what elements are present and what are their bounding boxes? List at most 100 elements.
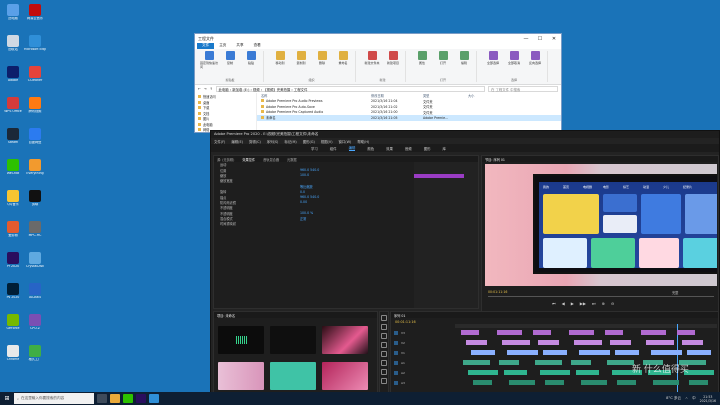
video-clip[interactable]	[651, 350, 682, 355]
ribbon-button[interactable]: 重命名	[334, 51, 352, 65]
video-clip[interactable]	[579, 350, 610, 355]
project-tab[interactable]: 项目: 未命名	[217, 313, 235, 318]
maximize-button[interactable]: ☐	[533, 36, 547, 42]
workspace-tab[interactable]: 库	[442, 146, 445, 151]
audio-clip[interactable]	[653, 380, 679, 385]
video-clip[interactable]	[507, 350, 538, 355]
program-tab[interactable]: 节目: 序列 01	[485, 157, 505, 162]
media-thumbnail[interactable]	[218, 326, 264, 354]
video-clip[interactable]	[461, 330, 479, 335]
forward-arrow-icon[interactable]: →	[204, 87, 207, 91]
desktop-icon[interactable]: CPU-Z	[25, 314, 45, 338]
input-method-icon[interactable]: 中	[692, 396, 696, 401]
video-clip[interactable]	[574, 340, 602, 345]
audio-clip[interactable]	[540, 370, 570, 375]
file-explorer-taskbar-icon[interactable]	[110, 394, 120, 403]
desktop-icon[interactable]: 此电脑	[3, 4, 23, 28]
premiere-taskbar-icon[interactable]	[136, 394, 146, 403]
column-size[interactable]: 大小	[468, 93, 496, 98]
play-icon[interactable]: ▶	[571, 301, 574, 306]
desktop-icon[interactable]: 格式工厂	[25, 345, 45, 369]
track-select-tool-icon[interactable]	[381, 324, 387, 330]
tab-share[interactable]: 共享	[231, 43, 248, 49]
video-clip[interactable]	[641, 330, 666, 335]
audio-clip[interactable]	[473, 380, 492, 385]
desktop-icon[interactable]: 回收站	[3, 35, 23, 59]
search-input[interactable]: 在 工程文件 中搜索	[488, 86, 558, 92]
workspace-tab[interactable]: 颜色	[367, 146, 374, 151]
media-thumbnail[interactable]	[322, 326, 368, 354]
effect-panel-tab[interactable]: 效果控件	[242, 157, 255, 162]
selection-tool-icon[interactable]	[381, 315, 387, 321]
track-header[interactable]: V2	[391, 340, 453, 346]
ribbon-button[interactable]: 粘贴	[242, 51, 260, 65]
close-button[interactable]: ✕	[547, 36, 561, 42]
video-clip[interactable]	[533, 330, 551, 335]
ribbon-button[interactable]: 编辑	[455, 51, 473, 65]
track-header[interactable]: A3	[391, 380, 453, 386]
go-to-out-icon[interactable]: ⏭	[592, 301, 596, 306]
desktop-icon[interactable]: Adobe	[3, 66, 23, 90]
razor-tool-icon[interactable]	[381, 342, 387, 348]
start-button[interactable]: ⊞	[0, 392, 14, 405]
column-name[interactable]: 名称	[261, 93, 371, 98]
track-header[interactable]: A1	[391, 360, 453, 366]
audio-clip[interactable]	[535, 360, 562, 365]
ribbon-button[interactable]: 移动到	[271, 51, 289, 65]
video-clip[interactable]	[543, 350, 567, 355]
desktop-icon[interactable]: CCleaner	[25, 66, 45, 90]
menu-item[interactable]: 编辑(E)	[231, 139, 243, 144]
desktop-icon[interactable]: AIDA64	[25, 283, 45, 307]
column-date[interactable]: 修改日期	[371, 93, 423, 98]
desktop-icon[interactable]: Chrome	[3, 345, 23, 369]
tab-home[interactable]: 主页	[214, 43, 231, 49]
effect-property-value[interactable]: 960.0 540.0	[300, 195, 319, 199]
effect-panel-tab[interactable]: 源: (无剪辑)	[217, 157, 234, 162]
effect-panel-tab[interactable]: 音轨混合器	[263, 157, 279, 162]
media-thumbnail[interactable]	[218, 362, 264, 390]
task-view-icon[interactable]	[97, 394, 107, 403]
ribbon-button[interactable]: 复制到	[292, 51, 310, 65]
video-clip[interactable]	[471, 350, 495, 355]
ribbon-button[interactable]: 新建文件夹	[363, 51, 381, 65]
program-timecode[interactable]: 00:01:11:16	[488, 290, 507, 294]
menu-item[interactable]: 文件(F)	[214, 139, 225, 144]
effect-property-value[interactable]: 等比缩放	[300, 184, 313, 189]
desktop-icon[interactable]: GeForce	[3, 314, 23, 338]
file-row[interactable]: 未命名 2021/3/16 21:05 Adobe Premie...	[257, 115, 561, 121]
desktop-icon[interactable]: 剪映	[25, 190, 45, 214]
ribbon-button[interactable]: 打开	[434, 51, 452, 65]
go-to-in-icon[interactable]: ⏮	[552, 301, 556, 306]
desktop-icon[interactable]: Microsoft Edge	[24, 35, 46, 59]
video-clip[interactable]	[646, 340, 674, 345]
hand-tool-icon[interactable]	[381, 369, 387, 375]
audio-clip[interactable]	[576, 370, 599, 375]
audio-clip[interactable]	[607, 360, 634, 365]
desktop-icon[interactable]: Everything	[25, 159, 45, 183]
audio-clip[interactable]	[571, 360, 591, 365]
minimize-button[interactable]: —	[519, 36, 533, 42]
video-clip[interactable]	[502, 340, 530, 345]
effect-property-value[interactable]: 100.0 %	[300, 211, 313, 215]
weather-text[interactable]: 8°C 多云	[666, 396, 681, 401]
track-target-icon[interactable]	[394, 361, 398, 365]
desktop-icon[interactable]: Steam	[3, 128, 23, 152]
desktop-icon[interactable]: QQ音乐	[3, 190, 23, 214]
workspace-tab[interactable]: 图形	[424, 146, 431, 151]
track-header[interactable]: V3	[391, 330, 453, 336]
desktop-icon[interactable]: MPC-HC	[25, 221, 45, 245]
desktop-icon[interactable]: 百度网盘	[25, 128, 45, 152]
audio-clip[interactable]	[581, 380, 607, 385]
menu-item[interactable]: 视图(V)	[321, 139, 333, 144]
workspace-tab[interactable]: 效果	[386, 146, 393, 151]
ribbon-button[interactable]: 删除	[313, 51, 331, 65]
effect-property-value[interactable]: 960.0 540.0	[300, 168, 319, 172]
ribbon-button[interactable]: 复制	[221, 51, 239, 65]
video-clip[interactable]	[687, 350, 711, 355]
menu-item[interactable]: 序列(S)	[267, 139, 279, 144]
tab-view[interactable]: 查看	[249, 43, 266, 49]
effect-panel-tab[interactable]: 元数据	[287, 157, 297, 162]
ripple-edit-tool-icon[interactable]	[381, 333, 387, 339]
pen-tool-icon[interactable]	[381, 360, 387, 366]
ribbon-button[interactable]: 属性	[413, 51, 431, 65]
